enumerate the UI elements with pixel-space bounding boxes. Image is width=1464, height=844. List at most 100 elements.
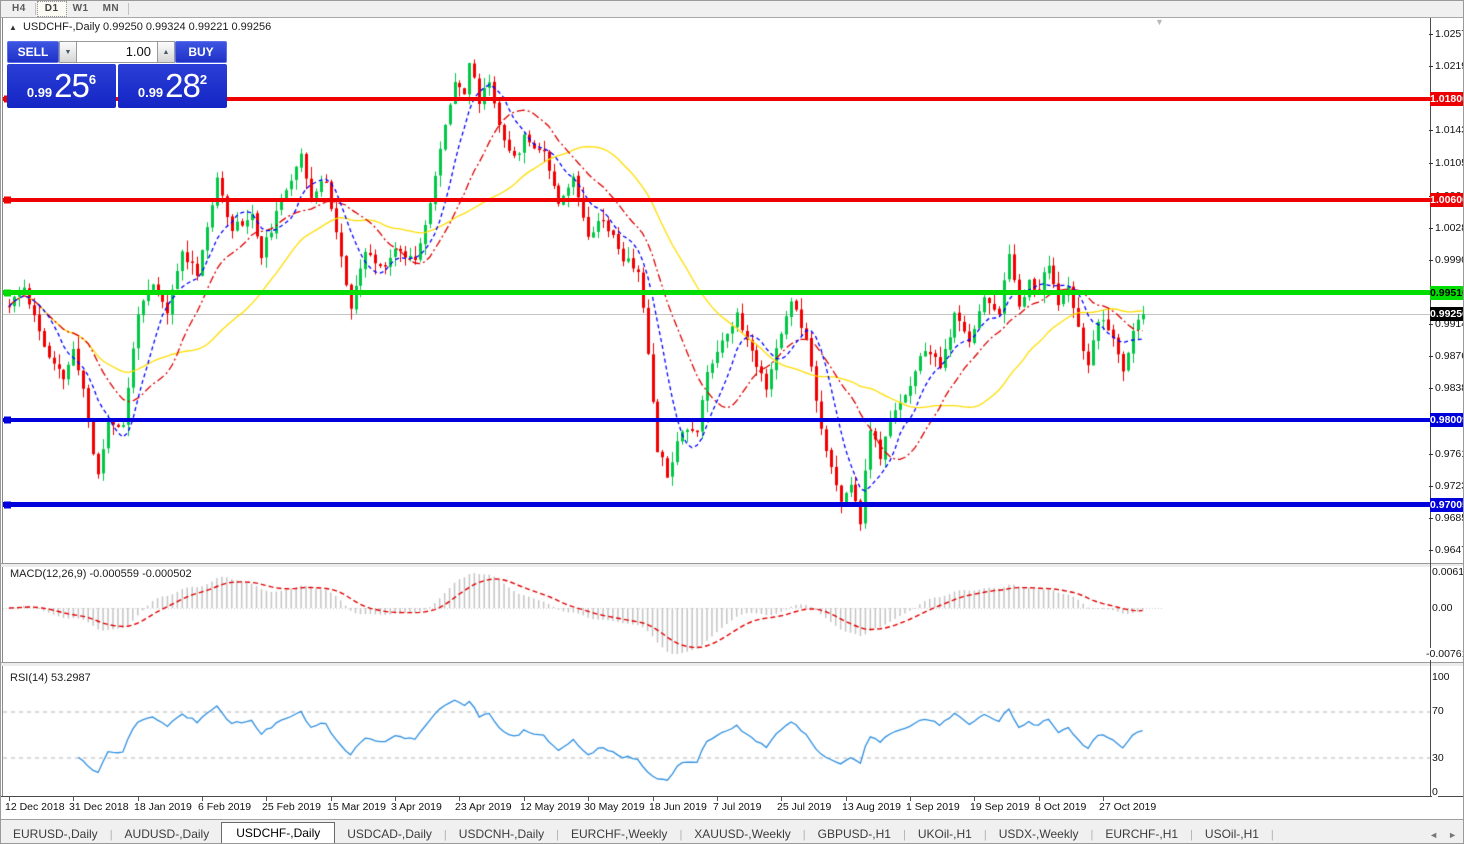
toolbar-separator	[128, 3, 129, 15]
chart-shift-marker-icon[interactable]: ▼	[1155, 17, 1164, 27]
hline-pivot-green[interactable]	[3, 290, 1430, 295]
tab-ukoilh1[interactable]: UKOil-,H1	[906, 824, 984, 844]
date-axis-label: 23 Apr 2019	[455, 801, 512, 813]
pane-separator[interactable]	[1, 663, 1464, 666]
macd-label: MACD(12,26,9) -0.000559 -0.000502	[10, 568, 192, 580]
date-axis-label: 18 Jan 2019	[134, 801, 192, 813]
tab-audusddaily[interactable]: AUDUSD-,Daily	[113, 824, 222, 844]
tab-xauusdweekly[interactable]: XAUUSD-,Weekly	[682, 824, 802, 844]
rsi-axis-label: 100	[1432, 671, 1450, 683]
buy-price-big: 28	[165, 67, 200, 105]
price-badge-1.01806: 1.01806	[1430, 92, 1464, 106]
sell-button[interactable]: SELL	[7, 41, 59, 63]
price-axis-tick	[1429, 324, 1433, 325]
volume-input[interactable]: 1.00	[77, 41, 157, 63]
tab-eurchfh1[interactable]: EURCHF-,H1	[1093, 824, 1190, 844]
buy-button[interactable]: BUY	[175, 41, 227, 63]
one-click-trading-panel: SELL ▼ 1.00 ▲ BUY 0.99 25 6 0.99 28 2	[7, 41, 227, 108]
hline-handle[interactable]	[4, 416, 11, 423]
price-badge-0.98009: 0.98009	[1430, 413, 1464, 427]
price-axis-label: 1.02190	[1435, 60, 1464, 72]
date-axis-label: 31 Dec 2018	[69, 801, 129, 813]
date-axis-label: 15 Mar 2019	[327, 801, 386, 813]
tab-eurusddaily[interactable]: EURUSD-,Daily	[1, 824, 110, 844]
date-axis-label: 6 Feb 2019	[198, 801, 251, 813]
hline-support-2[interactable]	[3, 502, 1430, 507]
date-axis-label: 18 Jun 2019	[649, 801, 707, 813]
hline-resistance-2[interactable]	[3, 198, 1430, 202]
price-axis-tick	[1429, 356, 1433, 357]
price-axis[interactable]: 1.025701.021901.014301.010501.006601.002…	[1425, 18, 1464, 797]
mt4-chart-window: H4 D1W1MN ▲ USDCHF-,Daily 0.99250 0.99324…	[0, 0, 1464, 844]
price-axis-label: 0.97230	[1435, 480, 1464, 492]
hline-handle[interactable]	[4, 289, 11, 296]
tab-usoilh1[interactable]: USOil-,H1	[1193, 824, 1271, 844]
tab-usdchfdaily[interactable]: USDCHF-,Daily	[221, 822, 335, 844]
price-axis-label: 1.00280	[1435, 222, 1464, 234]
timeframe-button-mn[interactable]: MN	[96, 2, 127, 16]
rsi-label: RSI(14) 53.2987	[10, 672, 91, 684]
sell-price-prefix: 0.99	[27, 85, 52, 100]
tab-scroll-right-icon[interactable]: ►	[1448, 830, 1457, 840]
toolbar-separator	[35, 3, 36, 15]
macd-axis-label: -0.007612	[1426, 648, 1464, 660]
tab-eurchfweekly[interactable]: EURCHF-,Weekly	[559, 824, 679, 844]
buy-price-prefix: 0.99	[138, 85, 163, 100]
rsi-axis-label: 70	[1432, 705, 1444, 717]
volume-decrease-icon: ▼	[65, 49, 72, 56]
tab-scroll-left-icon[interactable]: ◄	[1429, 830, 1438, 840]
date-axis-label: 12 May 2019	[520, 801, 581, 813]
date-axis-label: 27 Oct 2019	[1099, 801, 1156, 813]
price-axis-tick	[1429, 163, 1433, 164]
macd-axis-label: 0.00613	[1432, 566, 1464, 578]
tab-usdcaddaily[interactable]: USDCAD-,Daily	[335, 824, 444, 844]
tab-usdcnhdaily[interactable]: USDCNH-,Daily	[447, 824, 556, 844]
price-axis-tick	[1429, 66, 1433, 67]
price-axis-tick	[1429, 486, 1433, 487]
hline-handle[interactable]	[4, 501, 11, 508]
price-axis-tick	[1429, 260, 1433, 261]
date-axis-label: 25 Feb 2019	[262, 801, 321, 813]
timeframe-button-d1[interactable]: D1	[38, 2, 66, 16]
rsi-indicator-canvas[interactable]	[3, 667, 1430, 796]
date-axis[interactable]: 12 Dec 2018 31 Dec 2018 18 Jan 2019 6 Feb 2…	[1, 797, 1464, 818]
date-axis-label: 13 Aug 2019	[842, 801, 901, 813]
price-axis-tick	[1429, 518, 1433, 519]
chart-tab-bar: EURUSD-,Daily | AUDUSD-,DailyUSDCHF-,Daily…	[1, 819, 1464, 844]
date-axis-label: 30 May 2019	[584, 801, 645, 813]
chart-collapse-icon[interactable]: ▲	[9, 23, 17, 32]
price-axis-label: 1.01050	[1435, 157, 1464, 169]
price-axis-label: 0.98380	[1435, 382, 1464, 394]
sell-price-big: 25	[54, 67, 89, 105]
rsi-axis-label: 30	[1432, 752, 1444, 764]
volume-increase-button[interactable]: ▲	[157, 41, 175, 63]
sell-price-display[interactable]: 0.99 25 6	[7, 64, 116, 108]
tab-scroll-controls: ◄►	[1429, 830, 1457, 844]
price-axis-label: 1.01430	[1435, 124, 1464, 136]
date-axis-label: 19 Sep 2019	[970, 801, 1030, 813]
timeframe-button-w1[interactable]: W1	[66, 2, 96, 16]
price-badge-1.00606: 1.00606	[1430, 193, 1464, 207]
date-axis-label: 12 Dec 2018	[5, 801, 65, 813]
tab-gbpusdh1[interactable]: GBPUSD-,H1	[806, 824, 903, 844]
date-axis-label: 3 Apr 2019	[391, 801, 442, 813]
timeframe-toolbar: H4 D1W1MN	[1, 1, 1464, 18]
chart-ohlc-values: 0.99250 0.99324 0.99221 0.99256	[103, 21, 271, 33]
price-axis-tick	[1429, 454, 1433, 455]
hline-handle[interactable]	[4, 197, 11, 204]
date-axis-label: 1 Sep 2019	[906, 801, 960, 813]
chart-title: ▲ USDCHF-,Daily 0.99250 0.99324 0.99221 …	[9, 21, 271, 33]
tab-separator: |	[1271, 829, 1274, 844]
chart-symbol-label: USDCHF-,Daily	[23, 21, 100, 33]
date-axis-label: 25 Jul 2019	[777, 801, 831, 813]
price-axis-label: 0.99900	[1435, 254, 1464, 266]
price-axis-tick	[1429, 130, 1433, 131]
volume-decrease-button[interactable]: ▼	[59, 41, 77, 63]
timeframe-button-h4[interactable]: H4	[5, 2, 33, 16]
price-axis-tick	[1429, 550, 1433, 551]
price-axis-label: 0.96470	[1435, 544, 1464, 556]
macd-indicator-canvas[interactable]	[3, 567, 1430, 662]
hline-support-1[interactable]	[3, 418, 1430, 422]
buy-price-display[interactable]: 0.99 28 2	[118, 64, 227, 108]
tab-usdxweekly[interactable]: USDX-,Weekly	[987, 824, 1091, 844]
